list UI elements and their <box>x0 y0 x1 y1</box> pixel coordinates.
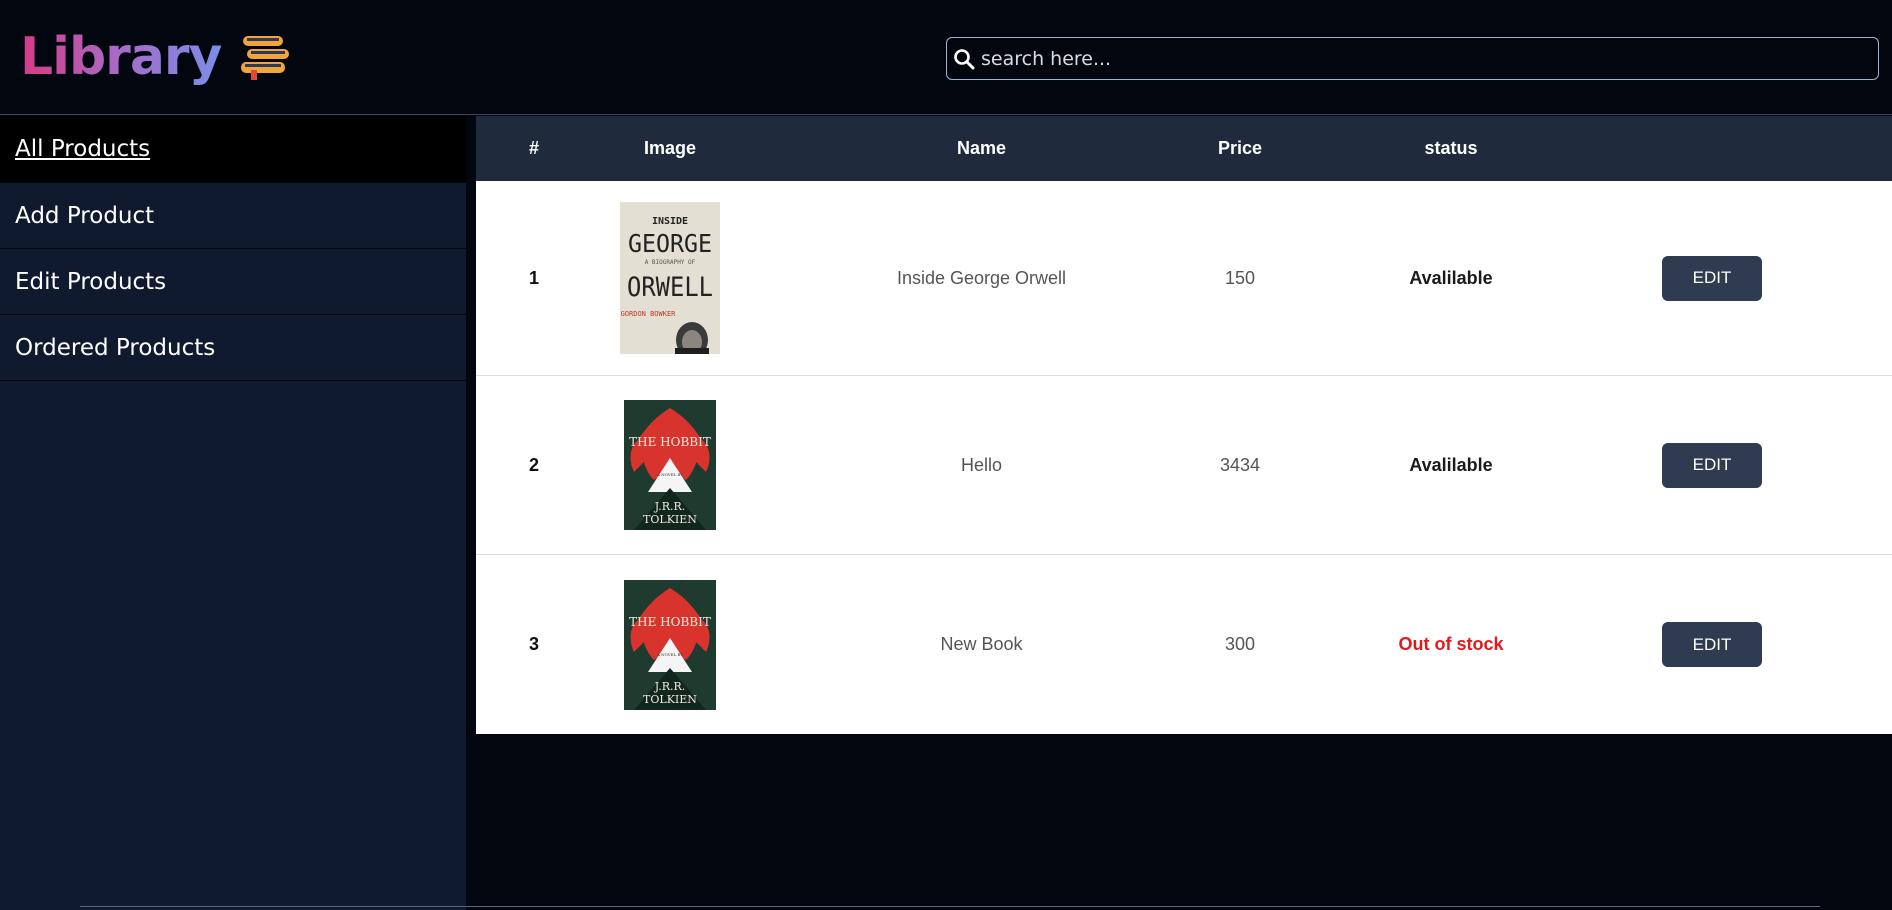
product-price: 3434 <box>1219 454 1261 475</box>
status-badge: Avalilable <box>1409 454 1493 475</box>
divider <box>80 906 1820 907</box>
product-image: THE HOBBIT A NOVEL BY J.R.R. TOLKIEN <box>592 579 748 710</box>
sidebar: All Products Add Product Edit Products O… <box>0 116 472 910</box>
cover-text: J.R.R. <box>654 680 686 693</box>
cover-text: J.R.R. <box>654 500 686 513</box>
column-header-image: Image <box>643 138 697 158</box>
column-header-name: Name <box>956 138 1007 158</box>
book-cover-image: THE HOBBIT A NOVEL BY J.R.R. TOLKIEN <box>624 579 716 710</box>
product-name: Hello <box>960 454 1003 475</box>
header: Library <box>0 0 1892 115</box>
logo[interactable]: Library <box>20 22 291 92</box>
products-table: # Image Name Price status 1 INSIDE GEORG… <box>476 116 1892 734</box>
sidebar-item-edit-products[interactable]: Edit Products <box>0 249 466 315</box>
edit-button[interactable]: EDIT <box>1662 255 1762 301</box>
cover-text: A BIOGRAPHY OF <box>645 259 696 266</box>
cover-text: A NOVEL BY <box>656 472 683 477</box>
app-title: Library <box>20 22 222 92</box>
status-badge: Out of stock <box>1398 634 1504 654</box>
cover-text: A NOVEL BY <box>656 652 683 657</box>
cover-text: GORDON BOWKER <box>621 310 677 318</box>
column-header-price: Price <box>1217 138 1263 158</box>
product-image: THE HOBBIT A NOVEL BY J.R.R. TOLKIEN <box>592 400 748 530</box>
product-name: Inside George Orwell <box>896 267 1067 288</box>
row-number: 2 <box>528 454 539 475</box>
cover-text: GEORGE <box>628 229 712 258</box>
row-number: 3 <box>528 634 539 654</box>
table-row: 1 INSIDE GEORGE A BIOGRAPHY OF ORWELL GO… <box>476 181 1892 376</box>
table-header: # Image Name Price status <box>476 116 1892 181</box>
product-price: 300 <box>1224 634 1256 654</box>
search-input[interactable] <box>981 47 1841 70</box>
product-name: New Book <box>940 634 1023 654</box>
search-bar[interactable] <box>946 37 1879 80</box>
cover-text: TOLKIEN <box>643 513 697 526</box>
product-price: 150 <box>1224 267 1256 288</box>
books-icon <box>241 36 290 80</box>
edit-button[interactable]: EDIT <box>1662 622 1762 667</box>
row-action: EDIT <box>1637 442 1787 488</box>
cover-text: INSIDE <box>652 216 688 227</box>
edit-button[interactable]: EDIT <box>1662 442 1762 488</box>
search-icon <box>954 48 975 69</box>
table-row: 2 THE HOBBIT A NOVEL BY J.R.R. TOLKIEN H… <box>476 376 1892 555</box>
row-action: EDIT <box>1637 255 1787 301</box>
column-header-status: status <box>1424 138 1478 158</box>
book-cover-image: INSIDE GEORGE A BIOGRAPHY OF ORWELL GORD… <box>620 202 720 354</box>
column-header-number: # <box>528 138 539 158</box>
product-image: INSIDE GEORGE A BIOGRAPHY OF ORWELL GORD… <box>592 202 748 354</box>
row-action: EDIT <box>1637 622 1787 667</box>
sidebar-item-all-products[interactable]: All Products <box>0 116 466 183</box>
table-row: 3 THE HOBBIT A NOVEL BY J.R.R. TOLKIEN N… <box>476 555 1892 734</box>
sidebar-item-add-product[interactable]: Add Product <box>0 183 466 249</box>
status-badge: Avalilable <box>1409 267 1493 288</box>
sidebar-item-ordered-products[interactable]: Ordered Products <box>0 315 466 381</box>
book-cover-image: THE HOBBIT A NOVEL BY J.R.R. TOLKIEN <box>624 400 716 530</box>
cover-text: THE HOBBIT <box>629 435 711 449</box>
cover-text: ORWELL <box>627 272 713 303</box>
row-number: 1 <box>528 267 539 288</box>
cover-text: TOLKIEN <box>643 693 697 706</box>
cover-text: THE HOBBIT <box>629 615 711 629</box>
